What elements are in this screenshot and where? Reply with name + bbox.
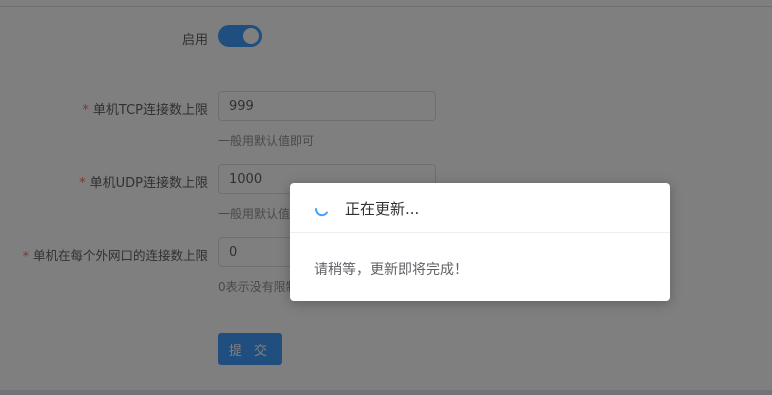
dialog-header: 正在更新... [290, 183, 670, 233]
loading-spinner-icon [314, 208, 328, 217]
dialog-title: 正在更新... [345, 200, 420, 218]
settings-page: 启用 *单机TCP连接数上限 一般用默认值即可 *单机UDP连接数上限 一般用默… [0, 0, 772, 395]
dialog-message: 请稍等，更新即将完成！ [314, 262, 468, 278]
updating-dialog: 正在更新... 请稍等，更新即将完成！ [290, 183, 670, 301]
